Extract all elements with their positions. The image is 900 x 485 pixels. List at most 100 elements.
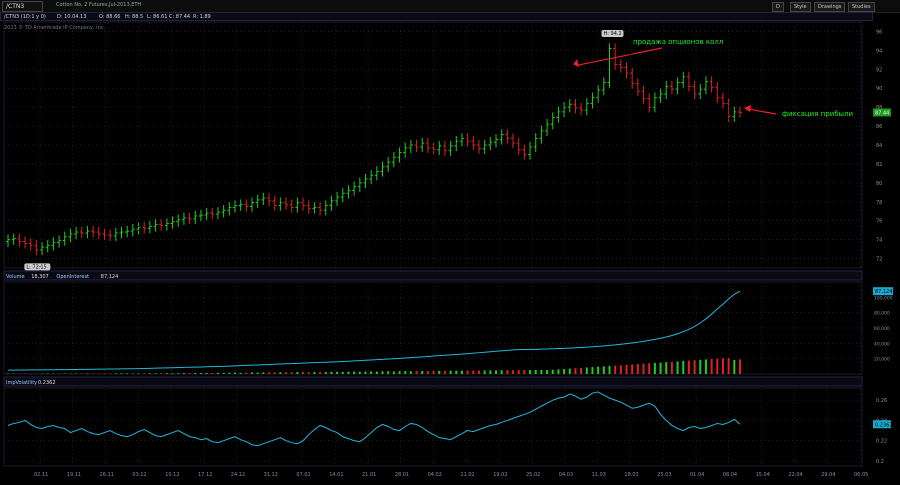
volume-bar [568,368,571,374]
iv-current-label: 0.2362 [875,422,893,428]
volume-bar [597,366,600,374]
price-tick-label: 90 [876,86,882,92]
volume-tick-label: 40,000 [874,341,890,347]
x-tick-label: 07.01 [296,472,310,478]
volume-bar [120,373,123,374]
volume-bar [659,362,662,374]
volume-bar [137,373,140,374]
annotation-arrow-head [573,59,580,68]
volume-bar [182,373,185,374]
volume-bar [319,371,322,374]
volume-tick-label: 60,000 [874,326,890,332]
volume-bar [228,372,231,374]
volume-bar [290,372,293,374]
volume-bar [109,373,112,374]
price-tick-label: 82 [876,162,882,168]
volume-bar [256,372,259,374]
annotation-arrow-line [747,108,777,115]
volume-bar [177,373,180,374]
volume-bar [285,372,288,374]
volume-bar [222,372,225,374]
volume-bar [268,372,271,374]
x-tick-label: 15.04 [756,472,770,478]
volume-bar [211,372,214,374]
volume-bar [353,371,356,374]
price-tick-label: 84 [876,143,882,149]
volume-bar [693,360,696,374]
open-interest-current: 87,124 [875,289,893,295]
x-tick-label: 04.02 [428,472,442,478]
x-tick-label: 24.12 [231,472,245,478]
volume-bar [398,371,401,374]
volume-bar [631,364,634,374]
volume-bar [739,359,741,374]
volume-bar [233,372,236,374]
x-tick-label: 21.01 [362,472,376,478]
volume-bar [529,370,532,374]
x-tick-label: 02.11 [34,472,48,478]
volume-bar [614,365,617,374]
volume-bar [591,367,594,374]
price-tick-label: 78 [876,200,882,206]
volume-bar [619,365,622,374]
volume-bar [92,373,95,374]
volume-header [3,270,863,281]
volume-bar [387,371,390,374]
volume-bar [710,359,713,374]
x-tick-label: 31.12 [264,472,278,478]
volume-bar [676,361,679,374]
volume-bar [682,360,685,374]
volume-header-label: 87,124 [101,274,119,280]
volume-bar [483,370,486,374]
price-tick-label: 74 [876,238,882,244]
volume-bar [517,370,520,374]
current-price-label: 87.44 [875,110,889,116]
annotation-arrow-head [744,105,751,112]
chart-canvas: 72747678808284868890929496H: 94.2L: 72.1… [3,21,893,478]
volume-bar [364,371,367,374]
volume-bar [46,373,49,374]
volume-bar [733,359,736,374]
x-tick-label: 06.05 [854,472,868,478]
volume-bar [251,372,253,374]
volume-bar [563,369,566,374]
x-tick-label: 11.02 [460,472,474,478]
volume-bar [557,369,560,374]
volume-bar [262,372,265,374]
volume-tick-label: 100,000 [874,295,893,301]
volume-bar [704,359,707,374]
volume-bar [534,369,537,374]
volume-bar [455,370,458,374]
volume-bar [426,371,429,374]
price-tick-label: 96 [876,29,882,35]
volume-bar [585,367,588,374]
volume-bar [648,363,651,374]
iv-header-value: 0.2362 [38,380,56,386]
volume-bar [114,373,117,374]
iv-header-label: ImpVolatility [6,380,37,386]
volume-header-label: Volume [6,274,25,280]
volume-bar [245,372,248,374]
annotation-arrow-line [576,47,663,66]
volume-bar [154,373,157,374]
volume-bar [574,368,577,374]
volume-bar [438,370,441,374]
volume-bar [216,372,219,374]
volume-bar [540,369,543,374]
x-tick-label: 29.04 [821,472,835,478]
volume-bar [336,371,339,374]
volume-bar [324,372,327,374]
x-tick-label: 11.03 [592,472,606,478]
annotation-sell-calls: продажа опционов колл [633,38,723,46]
price-tick-label: 72 [876,257,882,263]
x-tick-label: 25.03 [657,472,671,478]
volume-bar [313,371,316,374]
x-tick-label: 18.03 [624,472,638,478]
volume-bar [358,371,361,374]
iv-header [3,376,863,387]
volume-bar [392,371,395,374]
volume-bar [477,370,480,374]
price-tick-label: 80 [876,181,882,187]
iv-tick-label: 0.22 [876,439,887,445]
volume-bar [381,371,384,374]
